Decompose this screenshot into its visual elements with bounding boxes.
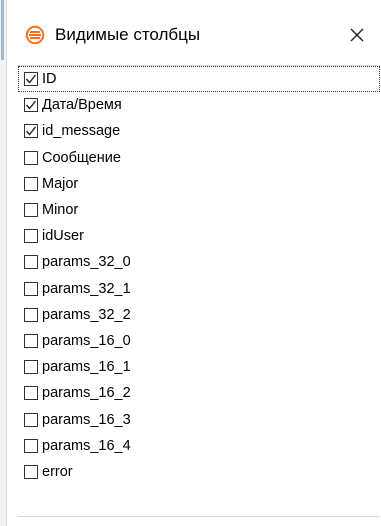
column-label: params_16_2 bbox=[42, 385, 131, 402]
checkbox-unchecked[interactable] bbox=[24, 464, 38, 479]
column-label: params_16_0 bbox=[42, 332, 131, 349]
panel-title: Видимые столбцы bbox=[55, 25, 201, 44]
column-item[interactable]: params_16_4 bbox=[18, 433, 380, 459]
column-item[interactable]: Сообщение bbox=[18, 145, 380, 171]
column-label: idUser bbox=[42, 228, 84, 245]
checkbox-unchecked[interactable] bbox=[24, 333, 38, 348]
column-item[interactable]: params_32_2 bbox=[18, 302, 380, 328]
checkbox-unchecked[interactable] bbox=[24, 386, 38, 401]
column-item[interactable]: Minor bbox=[18, 197, 380, 223]
checkbox-checked[interactable] bbox=[24, 98, 38, 113]
checkmark-icon bbox=[25, 100, 37, 110]
column-label: Major bbox=[42, 175, 79, 192]
column-item[interactable]: idUser bbox=[18, 223, 380, 249]
checkbox-unchecked[interactable] bbox=[24, 229, 38, 244]
column-label: Minor bbox=[42, 202, 79, 219]
checkbox-checked[interactable] bbox=[24, 124, 38, 139]
column-label: params_32_1 bbox=[42, 280, 131, 297]
close-icon bbox=[350, 28, 364, 42]
layers-icon bbox=[24, 24, 46, 46]
column-item[interactable]: error bbox=[18, 459, 380, 485]
column-checklist: ID Дата/Время id_message Сообщение Major Mino… bbox=[18, 65, 380, 517]
column-label: params_16_1 bbox=[42, 359, 131, 376]
checkbox-unchecked[interactable] bbox=[24, 438, 38, 453]
checkbox-unchecked[interactable] bbox=[24, 281, 38, 296]
column-item[interactable]: ID bbox=[18, 66, 380, 93]
column-label: params_32_0 bbox=[42, 254, 131, 271]
checkbox-unchecked[interactable] bbox=[24, 307, 38, 322]
checkbox-unchecked[interactable] bbox=[24, 360, 38, 375]
column-label: params_32_2 bbox=[42, 306, 131, 323]
checkmark-icon bbox=[25, 74, 37, 84]
column-item[interactable]: Major bbox=[18, 171, 380, 197]
visible-columns-panel: Видимые столбцы ID Дата/Время id_message Со… bbox=[0, 0, 381, 526]
column-item[interactable]: params_16_1 bbox=[18, 354, 380, 380]
checkbox-unchecked[interactable] bbox=[24, 412, 38, 427]
checkbox-unchecked[interactable] bbox=[24, 255, 38, 270]
close-button[interactable] bbox=[344, 22, 370, 48]
checkmark-icon bbox=[25, 127, 37, 137]
column-item[interactable]: id_message bbox=[18, 118, 380, 144]
checkbox-unchecked[interactable] bbox=[24, 150, 38, 165]
left-edge-accent bbox=[1, 0, 4, 60]
column-label: ID bbox=[42, 71, 57, 88]
left-panel-edge bbox=[0, 0, 7, 526]
checkbox-unchecked[interactable] bbox=[24, 203, 38, 218]
column-item[interactable]: params_16_2 bbox=[18, 380, 380, 406]
column-label: params_16_3 bbox=[42, 411, 131, 428]
column-item[interactable]: params_16_0 bbox=[18, 328, 380, 354]
column-item[interactable]: params_32_1 bbox=[18, 276, 380, 302]
title-bar: Видимые столбцы bbox=[18, 18, 378, 52]
column-item[interactable]: params_32_0 bbox=[18, 249, 380, 275]
checkbox-checked[interactable] bbox=[24, 72, 38, 87]
checkbox-unchecked[interactable] bbox=[24, 176, 38, 191]
column-label: Дата/Время bbox=[42, 97, 122, 114]
column-item[interactable]: Дата/Время bbox=[18, 92, 380, 118]
column-label: error bbox=[42, 463, 73, 480]
column-label: Сообщение bbox=[42, 149, 121, 166]
column-item[interactable]: params_16_3 bbox=[18, 406, 380, 432]
column-label: params_16_4 bbox=[42, 437, 131, 454]
column-label: id_message bbox=[42, 123, 121, 140]
